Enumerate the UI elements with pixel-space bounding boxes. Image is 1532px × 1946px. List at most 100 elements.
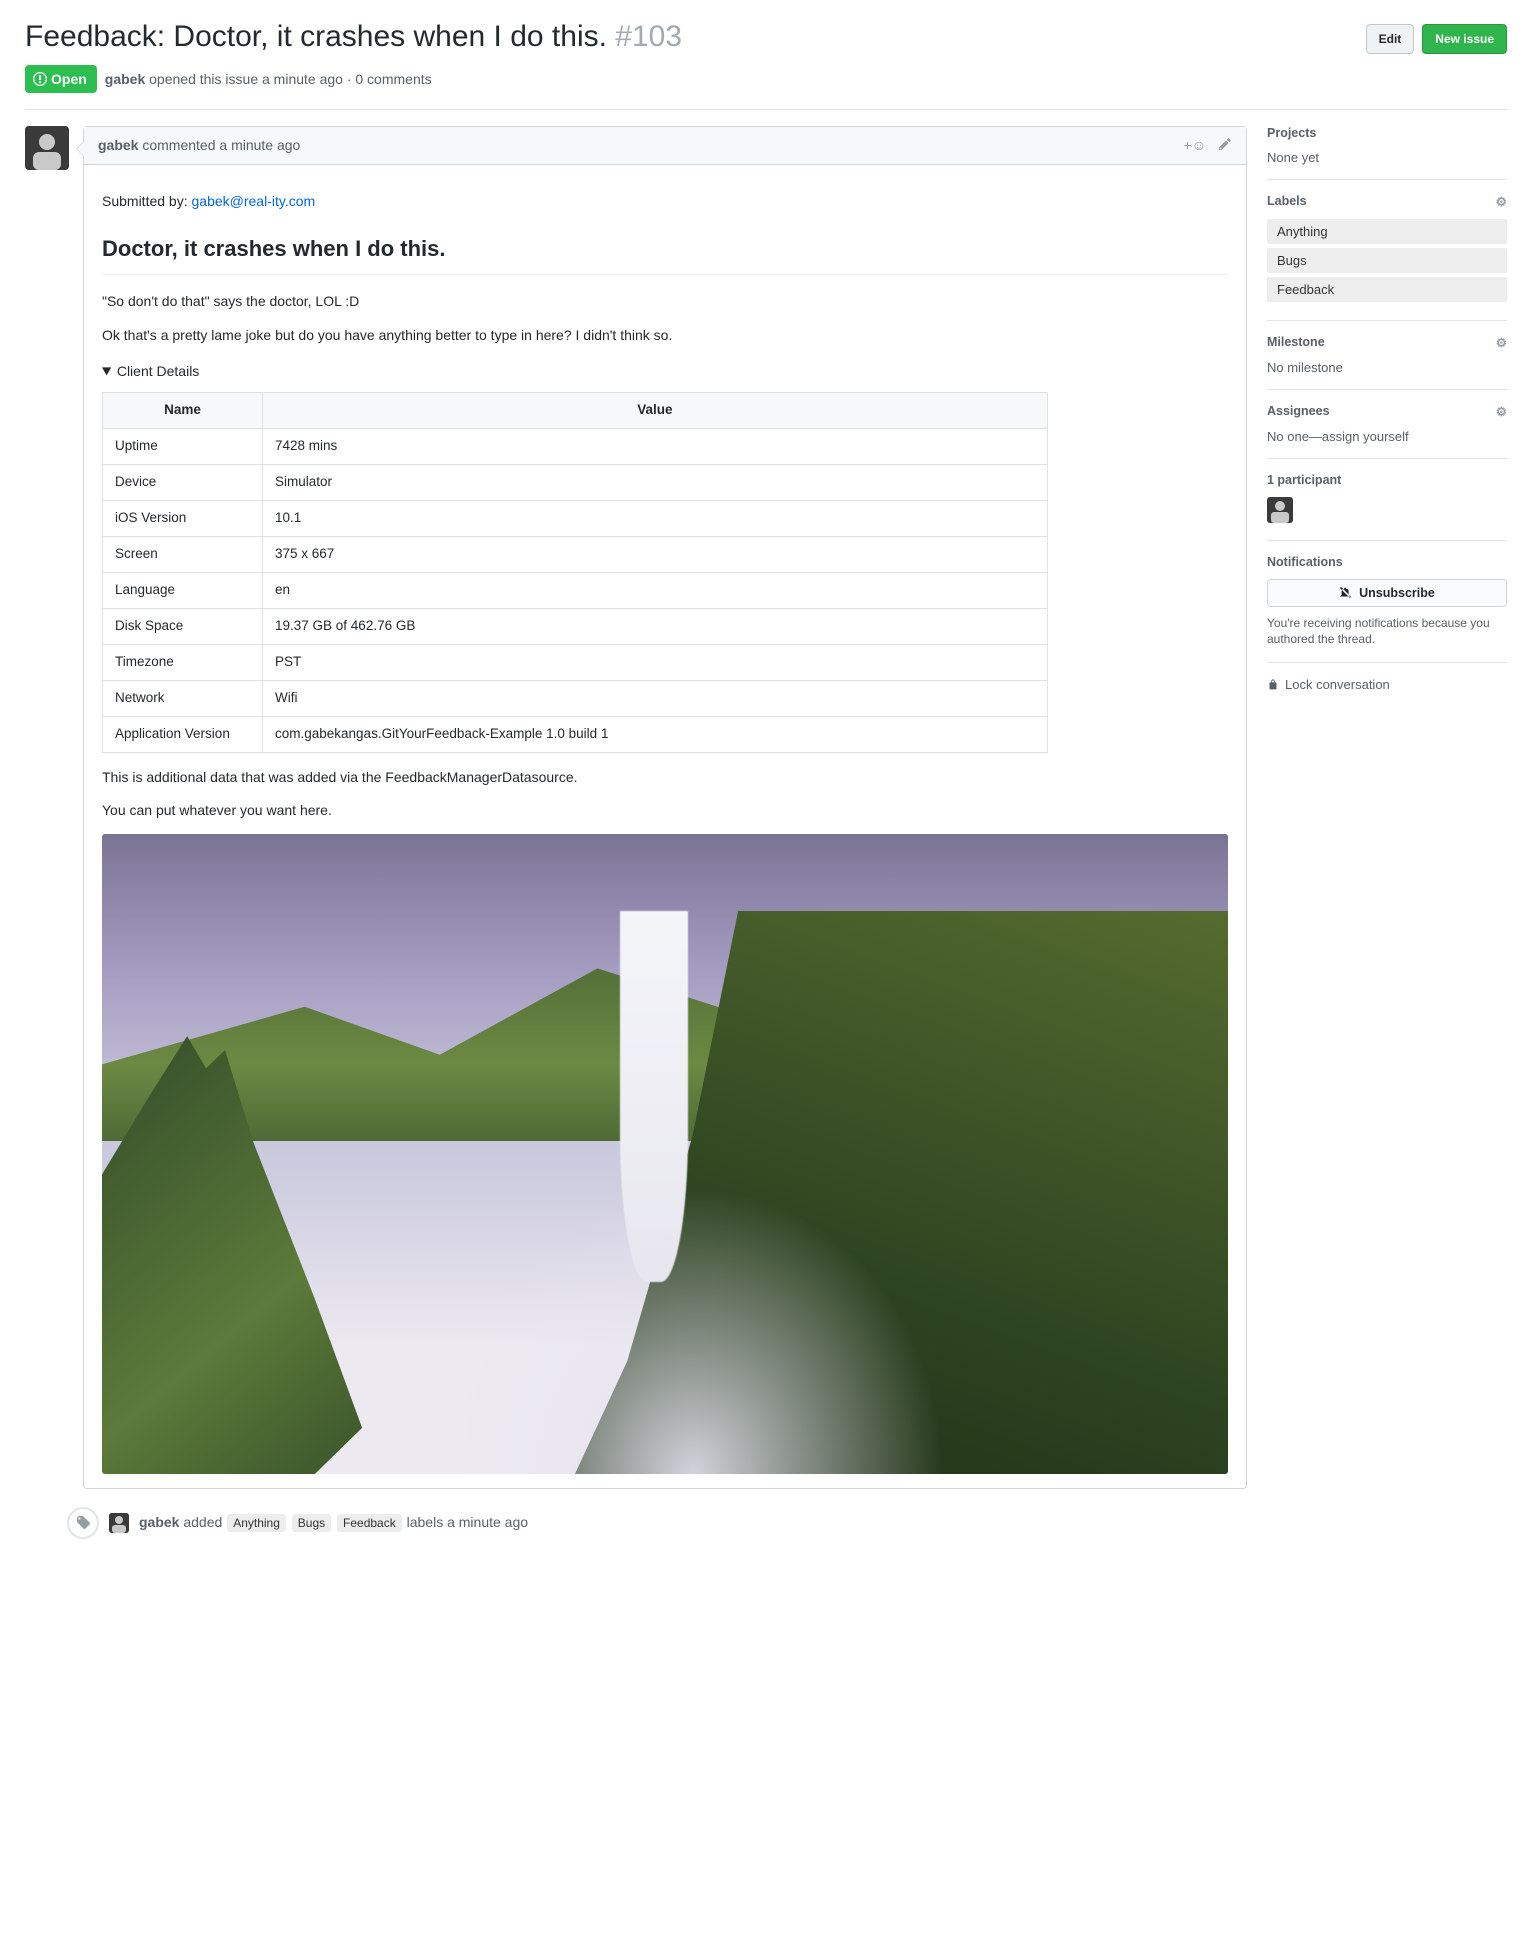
notifications-text: You're receiving notifications because y… xyxy=(1267,615,1507,649)
sidebar-participants: 1 participant xyxy=(1267,459,1507,541)
sidebar-milestone: Milestone ⚙ No milestone xyxy=(1267,321,1507,390)
projects-value: None yet xyxy=(1267,150,1507,165)
cell-value: 375 x 667 xyxy=(263,537,1048,573)
details-summary[interactable]: Client Details xyxy=(102,361,1228,383)
issue-header: Feedback: Doctor, it crashes when I do t… xyxy=(25,20,1507,93)
tag-icon xyxy=(67,1507,99,1539)
sidebar-label[interactable]: Feedback xyxy=(1267,277,1507,302)
assignees-value: No one— xyxy=(1267,429,1322,444)
label-pill[interactable]: Feedback xyxy=(337,1514,402,1532)
cell-name: Application Version xyxy=(103,716,263,752)
table-row: Disk Space19.37 GB of 462.76 GB xyxy=(103,608,1048,644)
cell-value: 7428 mins xyxy=(263,429,1048,465)
cell-name: iOS Version xyxy=(103,501,263,537)
table-row: Uptime7428 mins xyxy=(103,429,1048,465)
cell-value: PST xyxy=(263,644,1048,680)
gear-icon[interactable]: ⚙ xyxy=(1496,404,1507,419)
opened-text: opened this issue a minute ago · 0 comme… xyxy=(149,71,432,87)
comment-header: gabek commented a minute ago +☺ xyxy=(84,127,1246,165)
sidebar-label[interactable]: Anything xyxy=(1267,219,1507,244)
cell-name: Disk Space xyxy=(103,608,263,644)
divider xyxy=(25,109,1507,110)
sidebar: Projects None yet Labels ⚙ Anything Bugs Fe… xyxy=(1267,126,1507,1539)
comment-box: gabek commented a minute ago +☺ Submitte… xyxy=(83,126,1247,1489)
cell-name: Network xyxy=(103,680,263,716)
unsubscribe-button[interactable]: Unsubscribe xyxy=(1267,579,1507,607)
cell-value: com.gabekangas.GitYourFeedback-Example 1… xyxy=(263,716,1048,752)
cell-value: 10.1 xyxy=(263,501,1048,537)
sidebar-labels: Labels ⚙ Anything Bugs Feedback xyxy=(1267,180,1507,321)
notifications-title: Notifications xyxy=(1267,555,1343,569)
unsubscribe-label: Unsubscribe xyxy=(1359,586,1435,600)
milestone-title: Milestone xyxy=(1267,335,1325,349)
issue-title-text: Feedback: Doctor, it crashes when I do t… xyxy=(25,20,607,53)
gear-icon[interactable]: ⚙ xyxy=(1496,194,1507,209)
cell-name: Language xyxy=(103,572,263,608)
cell-value: Simulator xyxy=(263,465,1048,501)
new-issue-button[interactable]: New issue xyxy=(1422,24,1507,54)
event-avatar[interactable] xyxy=(109,1513,129,1533)
main-column: gabek commented a minute ago +☺ Submitte… xyxy=(25,126,1247,1539)
cell-name: Device xyxy=(103,465,263,501)
table-row: Screen375 x 667 xyxy=(103,537,1048,573)
event-suffix: labels a minute ago xyxy=(407,1514,528,1530)
assignees-title: Assignees xyxy=(1267,404,1330,418)
sidebar-lock: Lock conversation xyxy=(1267,663,1507,706)
table-row: Languageen xyxy=(103,572,1048,608)
table-row: TimezonePST xyxy=(103,644,1048,680)
th-name: Name xyxy=(103,393,263,429)
cell-value: 19.37 GB of 462.76 GB xyxy=(263,608,1048,644)
milestone-value: No milestone xyxy=(1267,360,1507,375)
cell-value: en xyxy=(263,572,1048,608)
edit-comment-icon[interactable] xyxy=(1218,137,1232,154)
state-text: Open xyxy=(51,71,87,87)
issue-author[interactable]: gabek xyxy=(105,71,145,87)
table-row: NetworkWifi xyxy=(103,680,1048,716)
projects-title: Projects xyxy=(1267,126,1316,140)
comment-timestamp: commented a minute ago xyxy=(142,137,300,153)
comment-p4: You can put whatever you want here. xyxy=(102,800,1228,822)
client-details-table: Name Value Uptime7428 minsDeviceSimulato… xyxy=(102,392,1048,752)
lock-conversation-link[interactable]: Lock conversation xyxy=(1267,677,1507,692)
labels-title: Labels xyxy=(1267,194,1307,208)
avatar[interactable] xyxy=(25,126,69,170)
participants-title: 1 participant xyxy=(1267,473,1341,487)
issue-number: #103 xyxy=(615,20,682,53)
submitter-email-link[interactable]: gabek@real-ity.com xyxy=(192,193,316,209)
edit-button[interactable]: Edit xyxy=(1366,24,1415,54)
client-details[interactable]: Client Details Name Value Uptime7428 min… xyxy=(102,361,1228,753)
timeline-label-event: gabek added Anything Bugs Feedback label… xyxy=(83,1507,1247,1539)
comment-p2: Ok that's a pretty lame joke but do you … xyxy=(102,325,1228,347)
sidebar-notifications: Notifications Unsubscribe You're receivi… xyxy=(1267,541,1507,664)
label-pill[interactable]: Bugs xyxy=(292,1514,331,1532)
cell-name: Uptime xyxy=(103,429,263,465)
label-pill[interactable]: Anything xyxy=(227,1514,286,1532)
issue-title: Feedback: Doctor, it crashes when I do t… xyxy=(25,20,1354,55)
add-reaction-icon[interactable]: +☺ xyxy=(1184,137,1206,154)
sidebar-assignees: Assignees ⚙ No one—assign yourself xyxy=(1267,390,1507,459)
sidebar-label[interactable]: Bugs xyxy=(1267,248,1507,273)
event-added: added xyxy=(183,1514,222,1530)
cell-name: Screen xyxy=(103,537,263,573)
event-actor[interactable]: gabek xyxy=(139,1514,179,1530)
attachment-image[interactable] xyxy=(102,834,1228,1474)
table-row: iOS Version10.1 xyxy=(103,501,1048,537)
comment-body: Submitted by: gabek@real-ity.com Doctor,… xyxy=(84,165,1246,1488)
issue-meta: Open gabek opened this issue a minute ag… xyxy=(25,65,1507,93)
comment-heading: Doctor, it crashes when I do this. xyxy=(102,232,1228,275)
cell-name: Timezone xyxy=(103,644,263,680)
comment-p3: This is additional data that was added v… xyxy=(102,767,1228,789)
lock-label: Lock conversation xyxy=(1285,677,1390,692)
comment-author[interactable]: gabek xyxy=(98,137,138,153)
state-badge: Open xyxy=(25,65,97,93)
participant-avatar[interactable] xyxy=(1267,497,1293,523)
gear-icon[interactable]: ⚙ xyxy=(1496,335,1507,350)
table-row: DeviceSimulator xyxy=(103,465,1048,501)
cell-value: Wifi xyxy=(263,680,1048,716)
table-row: Application Versioncom.gabekangas.GitYou… xyxy=(103,716,1048,752)
assign-yourself-link[interactable]: assign yourself xyxy=(1322,429,1409,444)
sidebar-projects: Projects None yet xyxy=(1267,126,1507,180)
comment-p1: "So don't do that" says the doctor, LOL … xyxy=(102,291,1228,313)
th-value: Value xyxy=(263,393,1048,429)
submitted-by-label: Submitted by: xyxy=(102,193,192,209)
